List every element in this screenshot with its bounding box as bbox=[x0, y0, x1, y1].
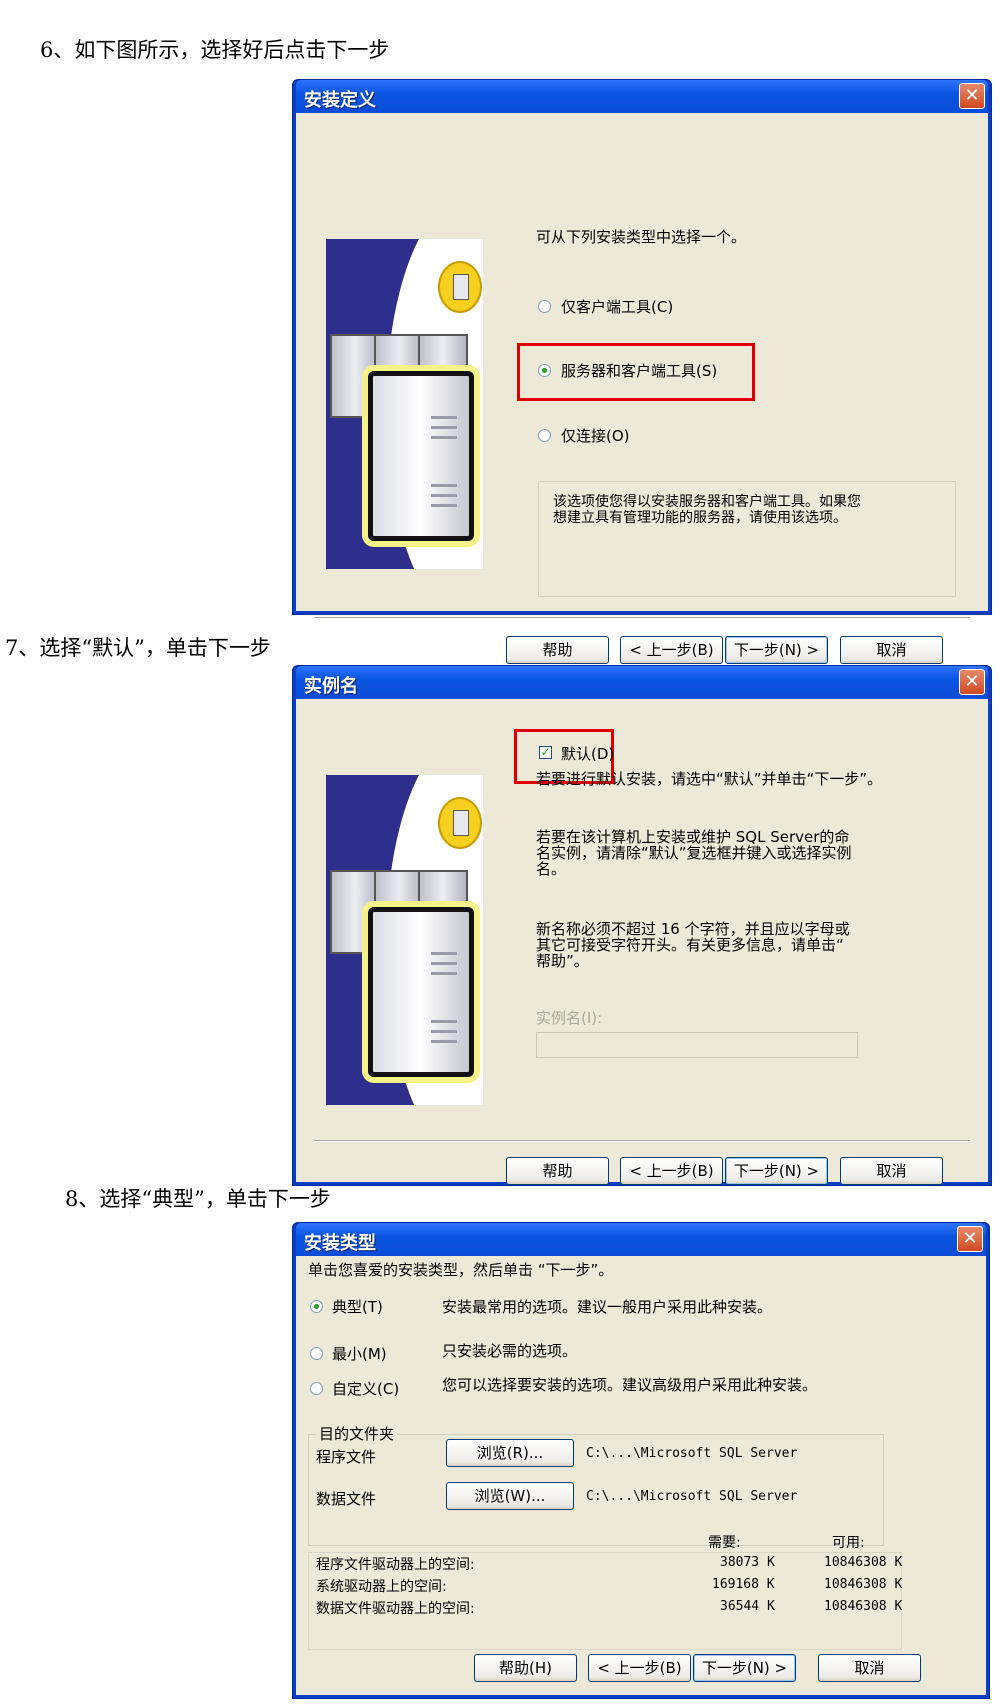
back-button[interactable]: < 上一步(B) bbox=[620, 1157, 723, 1185]
server-badge-icon bbox=[438, 261, 482, 313]
server-badge-icon bbox=[438, 797, 482, 849]
setup-type-dialog: 安装类型 ✕ 单击您喜爱的安装类型，然后单击 “下一步”。 典型(T) 安装最常… bbox=[292, 1222, 990, 1699]
default-checkbox-label[interactable]: 默认(D) bbox=[561, 743, 614, 764]
cancel-button[interactable]: 取消 bbox=[818, 1654, 921, 1682]
radio-custom[interactable] bbox=[310, 1382, 323, 1395]
default-checkbox[interactable]: ✓ bbox=[539, 746, 552, 759]
paragraph-default: 若要进行默认安装，请选中“默认”并单击“下一步”。 bbox=[536, 770, 883, 788]
install-definition-dialog: 安装定义 ✕ 可从下列安装类型中选择一个。 仅客户端工具(C) 服务器和客户端工… bbox=[292, 79, 992, 664]
instance-name-dialog: 实例名 ✕ ✓ 默认(D) 若要进行默认安装，请选中“默认”并单击“下一步”。 … bbox=[292, 665, 992, 1186]
dialog-body: ✓ 默认(D) 若要进行默认安装，请选中“默认”并单击“下一步”。 若要在该计算… bbox=[296, 699, 988, 1185]
highlight-box bbox=[517, 343, 755, 401]
radio-client-only[interactable] bbox=[538, 300, 551, 313]
step6-heading: 6、如下图所示，选择好后点击下一步 bbox=[40, 38, 390, 62]
custom-description: 您可以选择要安装的选项。建议高级用户采用此种安装。 bbox=[442, 1376, 818, 1394]
typical-description: 安装最常用的选项。建议一般用户采用此种安装。 bbox=[442, 1298, 773, 1316]
space-row-available: 10846308 K bbox=[824, 1599, 903, 1614]
server-illustration bbox=[326, 239, 483, 569]
available-header: 可用: bbox=[832, 1535, 865, 1551]
cancel-button[interactable]: 取消 bbox=[840, 636, 943, 664]
space-row-required: 169168 K bbox=[712, 1577, 775, 1592]
close-button[interactable]: ✕ bbox=[957, 1226, 983, 1252]
space-row-label: 系统驱动器上的空间: bbox=[316, 1579, 447, 1595]
next-button[interactable]: 下一步(N) > bbox=[725, 1157, 828, 1185]
separator bbox=[314, 1140, 970, 1142]
prompt-text: 单击您喜爱的安装类型，然后单击 “下一步”。 bbox=[308, 1261, 614, 1279]
radio-minimum-label[interactable]: 最小(M) bbox=[332, 1343, 387, 1364]
destination-folder-label: 目的文件夹 bbox=[316, 1423, 398, 1444]
next-button[interactable]: 下一步(N) > bbox=[693, 1654, 796, 1682]
step7-heading: 7、选择“默认”，单击下一步 bbox=[5, 636, 271, 660]
back-button[interactable]: < 上一步(B) bbox=[620, 636, 723, 664]
prompt-text: 可从下列安装类型中选择一个。 bbox=[536, 228, 747, 246]
server-illustration bbox=[326, 775, 483, 1105]
title-bar: 实例名 ✕ bbox=[296, 666, 988, 699]
program-files-label: 程序文件 bbox=[316, 1448, 377, 1466]
data-files-label: 数据文件 bbox=[316, 1490, 377, 1508]
instance-name-label: 实例名(I): bbox=[536, 1009, 603, 1027]
radio-minimum[interactable] bbox=[310, 1347, 323, 1360]
instance-name-input[interactable] bbox=[536, 1032, 858, 1058]
paragraph-name-rules: 新名称必须不超过 16 个字符，并且应以字母或 其它可接受字符开头。有关更多信息… bbox=[536, 920, 850, 970]
dialog-body: 可从下列安装类型中选择一个。 仅客户端工具(C) 服务器和客户端工具(S) 仅连… bbox=[296, 113, 988, 664]
dialog-body: 单击您喜爱的安装类型，然后单击 “下一步”。 典型(T) 安装最常用的选项。建议… bbox=[296, 1256, 986, 1695]
required-header: 需要: bbox=[708, 1535, 741, 1551]
back-button[interactable]: < 上一步(B) bbox=[588, 1654, 691, 1682]
radio-client-only-label[interactable]: 仅客户端工具(C) bbox=[561, 296, 673, 317]
help-button[interactable]: 帮助 bbox=[506, 636, 609, 664]
title-bar: 安装类型 ✕ bbox=[296, 1223, 986, 1256]
radio-typical[interactable] bbox=[310, 1300, 323, 1313]
program-files-path: C:\...\Microsoft SQL Server bbox=[586, 1446, 798, 1461]
server-tower-icon bbox=[368, 907, 474, 1077]
description-text: 该选项使您得以安装服务器和客户端工具。如果您 想建立具有管理功能的服务器，请使用… bbox=[553, 494, 861, 526]
server-tower-icon bbox=[368, 371, 474, 541]
help-button[interactable]: 帮助 bbox=[506, 1157, 609, 1185]
close-button[interactable]: ✕ bbox=[959, 83, 985, 109]
separator bbox=[314, 617, 970, 619]
data-files-path: C:\...\Microsoft SQL Server bbox=[586, 1489, 798, 1504]
browse-data-files-button[interactable]: 浏览(W)... bbox=[446, 1482, 574, 1510]
title-bar: 安装定义 ✕ bbox=[296, 80, 988, 113]
description-box: 该选项使您得以安装服务器和客户端工具。如果您 想建立具有管理功能的服务器，请使用… bbox=[538, 481, 956, 597]
dialog-title: 安装类型 bbox=[304, 1233, 376, 1254]
radio-connectivity-only-label[interactable]: 仅连接(O) bbox=[561, 425, 630, 446]
space-row-required: 36544 K bbox=[720, 1599, 775, 1614]
radio-connectivity-only[interactable] bbox=[538, 429, 551, 442]
space-row-required: 38073 K bbox=[720, 1555, 775, 1570]
next-button[interactable]: 下一步(N) > bbox=[725, 636, 828, 664]
dialog-title: 实例名 bbox=[304, 676, 358, 697]
step8-heading: 8、选择“典型”，单击下一步 bbox=[65, 1187, 331, 1211]
space-row-available: 10846308 K bbox=[824, 1577, 903, 1592]
help-button[interactable]: 帮助(H) bbox=[474, 1654, 577, 1682]
radio-custom-label[interactable]: 自定义(C) bbox=[332, 1378, 399, 1399]
cancel-button[interactable]: 取消 bbox=[840, 1157, 943, 1185]
space-row-label: 程序文件驱动器上的空间: bbox=[316, 1557, 475, 1573]
space-row-label: 数据文件驱动器上的空间: bbox=[316, 1601, 475, 1617]
dialog-title: 安装定义 bbox=[304, 90, 376, 111]
radio-typical-label[interactable]: 典型(T) bbox=[332, 1296, 383, 1317]
minimum-description: 只安装必需的选项。 bbox=[442, 1342, 578, 1360]
browse-program-files-button[interactable]: 浏览(R)... bbox=[446, 1439, 574, 1467]
close-button[interactable]: ✕ bbox=[959, 669, 985, 695]
paragraph-named-instance: 若要在该计算机上安装或维护 SQL Server的命 名实例，请清除“默认”复选… bbox=[536, 828, 852, 878]
space-row-available: 10846308 K bbox=[824, 1555, 903, 1570]
